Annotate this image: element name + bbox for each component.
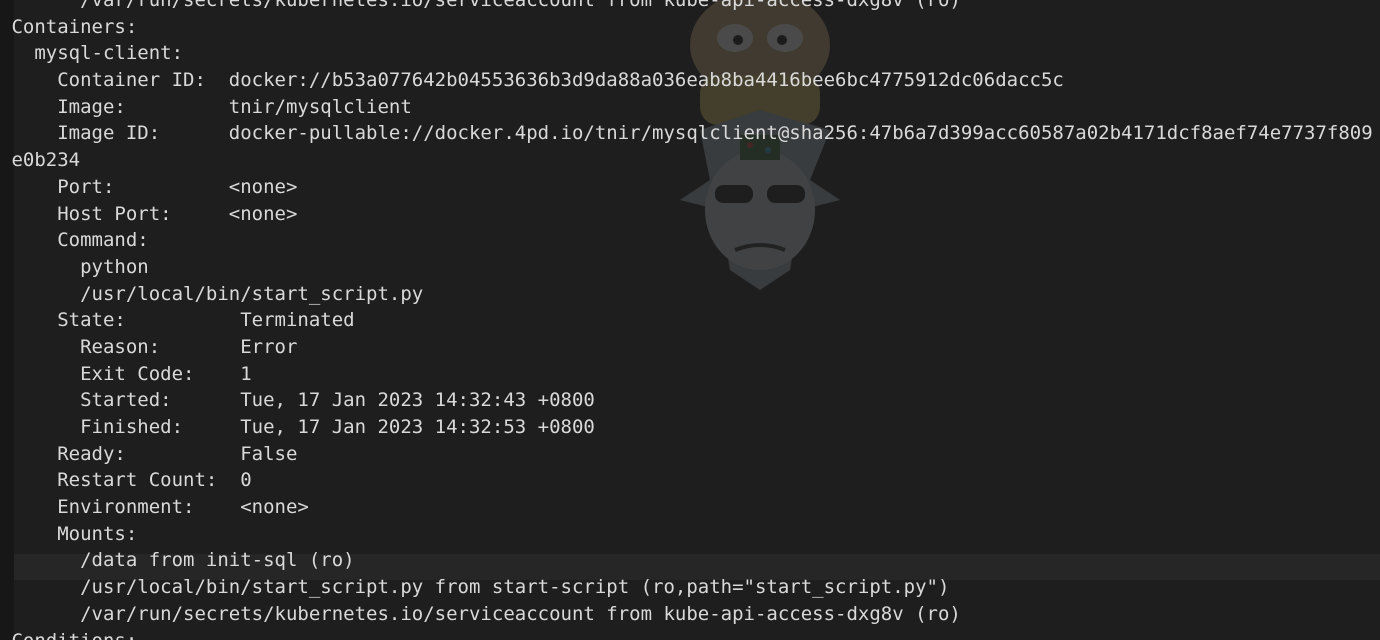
output-line: Environment: <none> <box>0 496 309 519</box>
output-line: /var/run/secrets/kubernetes.io/serviceac… <box>0 0 961 11</box>
output-line: Finished: Tue, 17 Jan 2023 14:32:53 +080… <box>0 416 595 438</box>
output-line: Ready: False <box>0 442 298 465</box>
output-line: Image ID: docker-pullable://docker.4pd.i… <box>0 122 1373 145</box>
output-line: python <box>0 255 149 278</box>
output-line: mysql-client: <box>0 42 184 65</box>
output-line: Mounts: <box>0 522 138 545</box>
output-line: Image: tnir/mysqlclient <box>0 95 412 118</box>
output-line: e0b234 <box>0 149 81 172</box>
output-line: Containers: <box>0 15 138 38</box>
output-line: Started: Tue, 17 Jan 2023 14:32:43 +0800 <box>0 389 595 412</box>
output-line: Container ID: docker://b53a077642b045536… <box>0 69 1064 92</box>
output-line: State: Terminated <box>0 309 355 332</box>
output-line: /usr/local/bin/start_script.py <box>0 282 424 305</box>
output-line: Command: <box>0 229 149 252</box>
output-line: Reason: Error <box>0 335 298 358</box>
output-line: Host Port: <none> <box>0 202 298 225</box>
output-line: Port: <none> <box>0 175 298 198</box>
output-line: /data from init-sql (ro) <box>0 549 355 572</box>
output-line: Conditions: <box>0 628 1380 640</box>
output-line: /var/run/secrets/kubernetes.io/serviceac… <box>0 602 961 625</box>
output-line: /usr/local/bin/start_script.py from star… <box>0 576 950 599</box>
terminal-window[interactable]: /var/run/secrets/kubernetes.io/serviceac… <box>0 0 1380 640</box>
output-line: Exit Code: 1 <box>0 362 252 385</box>
output-line: Restart Count: 0 <box>0 469 252 492</box>
terminal-output: /var/run/secrets/kubernetes.io/serviceac… <box>0 0 1380 640</box>
